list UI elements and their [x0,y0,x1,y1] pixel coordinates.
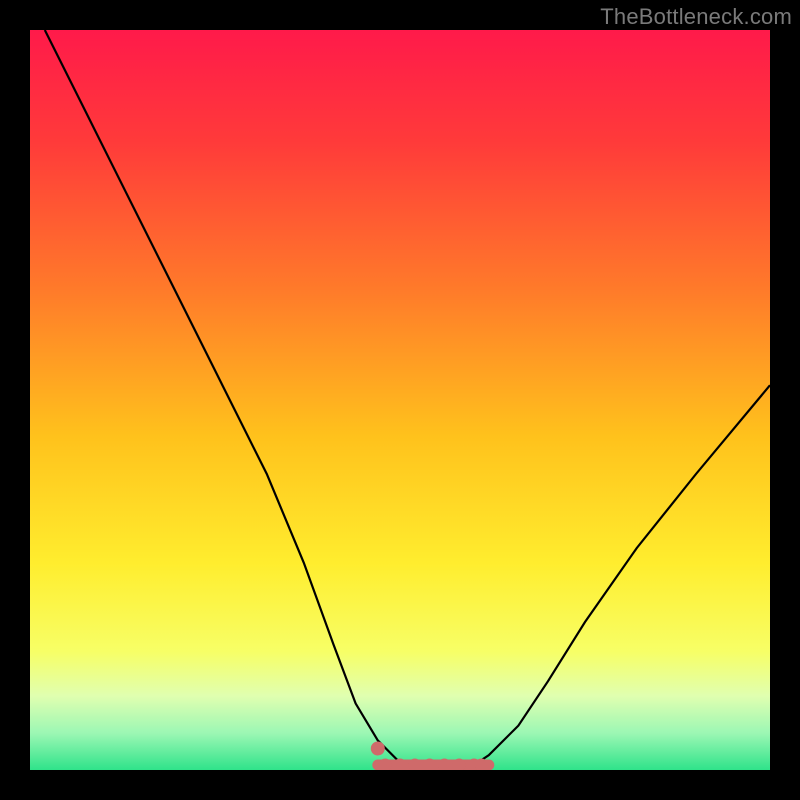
watermark-text: TheBottleneck.com [600,4,792,30]
chart-svg [30,30,770,770]
gradient-bg [30,30,770,770]
plot-area [30,30,770,770]
chart-frame: TheBottleneck.com [0,0,800,800]
isolated-marker [371,742,385,756]
